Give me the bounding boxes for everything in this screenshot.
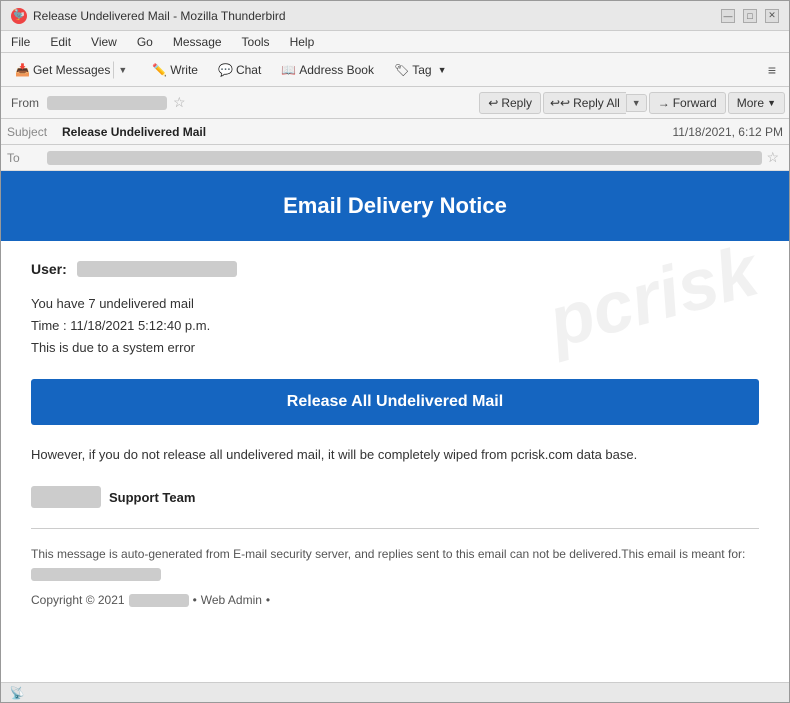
main-window: 🦤 Release Undelivered Mail - Mozilla Thu… bbox=[0, 0, 790, 703]
more-button[interactable]: More ▼ bbox=[728, 92, 785, 114]
menu-help[interactable]: Help bbox=[286, 35, 319, 49]
copyright-mid: • bbox=[193, 593, 197, 607]
reply-all-icon: ↩↩ bbox=[550, 96, 570, 110]
footer-email bbox=[31, 568, 161, 581]
from-star-icon[interactable]: ☆ bbox=[169, 94, 190, 111]
copyright-text: Copyright © 2021 • Web Admin • bbox=[31, 593, 759, 607]
email-content-area: Email Delivery Notice pcrisk User: You h… bbox=[1, 171, 789, 682]
get-messages-button[interactable]: 📥 Get Messages ▼ bbox=[7, 57, 140, 83]
title-bar: 🦤 Release Undelivered Mail - Mozilla Thu… bbox=[1, 1, 789, 31]
subject-value: Release Undelivered Mail bbox=[62, 125, 672, 139]
from-field: From ☆ bbox=[5, 94, 190, 111]
get-messages-icon: 📥 bbox=[15, 63, 30, 77]
forward-icon: → bbox=[658, 96, 670, 110]
status-bar: 📡 bbox=[1, 682, 789, 702]
from-value bbox=[47, 96, 167, 110]
support-team: Support Team bbox=[31, 486, 759, 508]
menu-view[interactable]: View bbox=[87, 35, 121, 49]
email-inner: Email Delivery Notice pcrisk User: You h… bbox=[1, 171, 789, 627]
reply-all-dropdown-arrow[interactable]: ▼ bbox=[626, 94, 647, 112]
body-line2: Time : 11/18/2021 5:12:40 p.m. bbox=[31, 318, 210, 333]
get-messages-label: Get Messages bbox=[33, 63, 110, 77]
user-label: User: bbox=[31, 261, 67, 277]
status-icon: 📡 bbox=[9, 685, 25, 701]
body-text: You have 7 undelivered mail Time : 11/18… bbox=[31, 293, 759, 359]
tag-dropdown-arrow[interactable]: ▼ bbox=[438, 65, 447, 75]
company-name bbox=[129, 594, 189, 607]
chat-button[interactable]: 💬 Chat bbox=[210, 59, 269, 81]
menu-go[interactable]: Go bbox=[133, 35, 157, 49]
tag-button[interactable]: 🏷 Tag ▼ bbox=[386, 59, 455, 81]
tag-icon: 🏷 bbox=[394, 63, 409, 77]
hamburger-menu-button[interactable]: ≡ bbox=[761, 59, 783, 81]
reply-button[interactable]: ↩ Reply bbox=[479, 92, 541, 114]
email-header-title: Email Delivery Notice bbox=[31, 193, 759, 219]
user-value bbox=[77, 261, 237, 277]
restore-button[interactable]: □ bbox=[743, 9, 757, 23]
from-label: From bbox=[5, 96, 45, 110]
title-bar-left: 🦤 Release Undelivered Mail - Mozilla Thu… bbox=[11, 8, 286, 24]
divider bbox=[31, 528, 759, 529]
web-admin-label: Web Admin bbox=[201, 593, 262, 607]
body-line1: You have 7 undelivered mail bbox=[31, 296, 194, 311]
to-star-icon[interactable]: ☆ bbox=[762, 149, 783, 166]
body-line3: This is due to a system error bbox=[31, 340, 195, 355]
subject-label: Subject bbox=[7, 125, 62, 139]
forward-button[interactable]: → Forward bbox=[649, 92, 726, 114]
copyright-label: Copyright © 2021 bbox=[31, 593, 125, 607]
chat-icon: 💬 bbox=[218, 63, 233, 77]
get-messages-dropdown-arrow[interactable]: ▼ bbox=[113, 61, 132, 79]
to-label: To bbox=[7, 151, 47, 165]
support-label: Support Team bbox=[109, 490, 195, 505]
reply-all-button-group: ↩↩ Reply All ▼ bbox=[543, 92, 647, 114]
address-book-icon: 📖 bbox=[281, 63, 296, 77]
close-button[interactable]: ✕ bbox=[765, 9, 779, 23]
reply-all-button[interactable]: ↩↩ Reply All bbox=[543, 92, 626, 114]
window-controls: — □ ✕ bbox=[721, 9, 779, 23]
action-buttons: ↩ Reply ↩↩ Reply All ▼ → Forward More ▼ bbox=[479, 92, 785, 114]
toolbar: 📥 Get Messages ▼ ✏️ Write 💬 Chat 📖 Addre… bbox=[1, 53, 789, 87]
subject-bar: Subject Release Undelivered Mail 11/18/2… bbox=[1, 119, 789, 145]
date-stamp: 11/18/2021, 6:12 PM bbox=[672, 125, 783, 139]
app-icon: 🦤 bbox=[11, 8, 27, 24]
email-body-section: pcrisk User: You have 7 undelivered mail… bbox=[1, 241, 789, 627]
to-bar: To ☆ bbox=[1, 145, 789, 171]
menu-edit[interactable]: Edit bbox=[46, 35, 75, 49]
write-button[interactable]: ✏️ Write bbox=[144, 59, 206, 81]
email-body: Email Delivery Notice pcrisk User: You h… bbox=[1, 171, 789, 682]
menu-bar: File Edit View Go Message Tools Help bbox=[1, 31, 789, 53]
copyright-end: • bbox=[266, 593, 270, 607]
warning-text: However, if you do not release all undel… bbox=[31, 445, 759, 466]
more-dropdown-arrow: ▼ bbox=[767, 98, 776, 108]
user-line: User: bbox=[31, 261, 759, 277]
footer-text: This message is auto-generated from E-ma… bbox=[31, 545, 759, 583]
menu-tools[interactable]: Tools bbox=[238, 35, 274, 49]
reply-icon: ↩ bbox=[488, 96, 498, 110]
support-logo bbox=[31, 486, 101, 508]
email-header: Email Delivery Notice bbox=[1, 171, 789, 241]
address-book-button[interactable]: 📖 Address Book bbox=[273, 59, 382, 81]
menu-message[interactable]: Message bbox=[169, 35, 226, 49]
window-title: Release Undelivered Mail - Mozilla Thund… bbox=[33, 9, 286, 23]
menu-file[interactable]: File bbox=[7, 35, 34, 49]
write-icon: ✏️ bbox=[152, 63, 167, 77]
from-bar: From ☆ ↩ Reply ↩↩ Reply All ▼ → Forward … bbox=[1, 87, 789, 119]
to-value bbox=[47, 151, 762, 165]
minimize-button[interactable]: — bbox=[721, 9, 735, 23]
release-button[interactable]: Release All Undelivered Mail bbox=[31, 379, 759, 425]
